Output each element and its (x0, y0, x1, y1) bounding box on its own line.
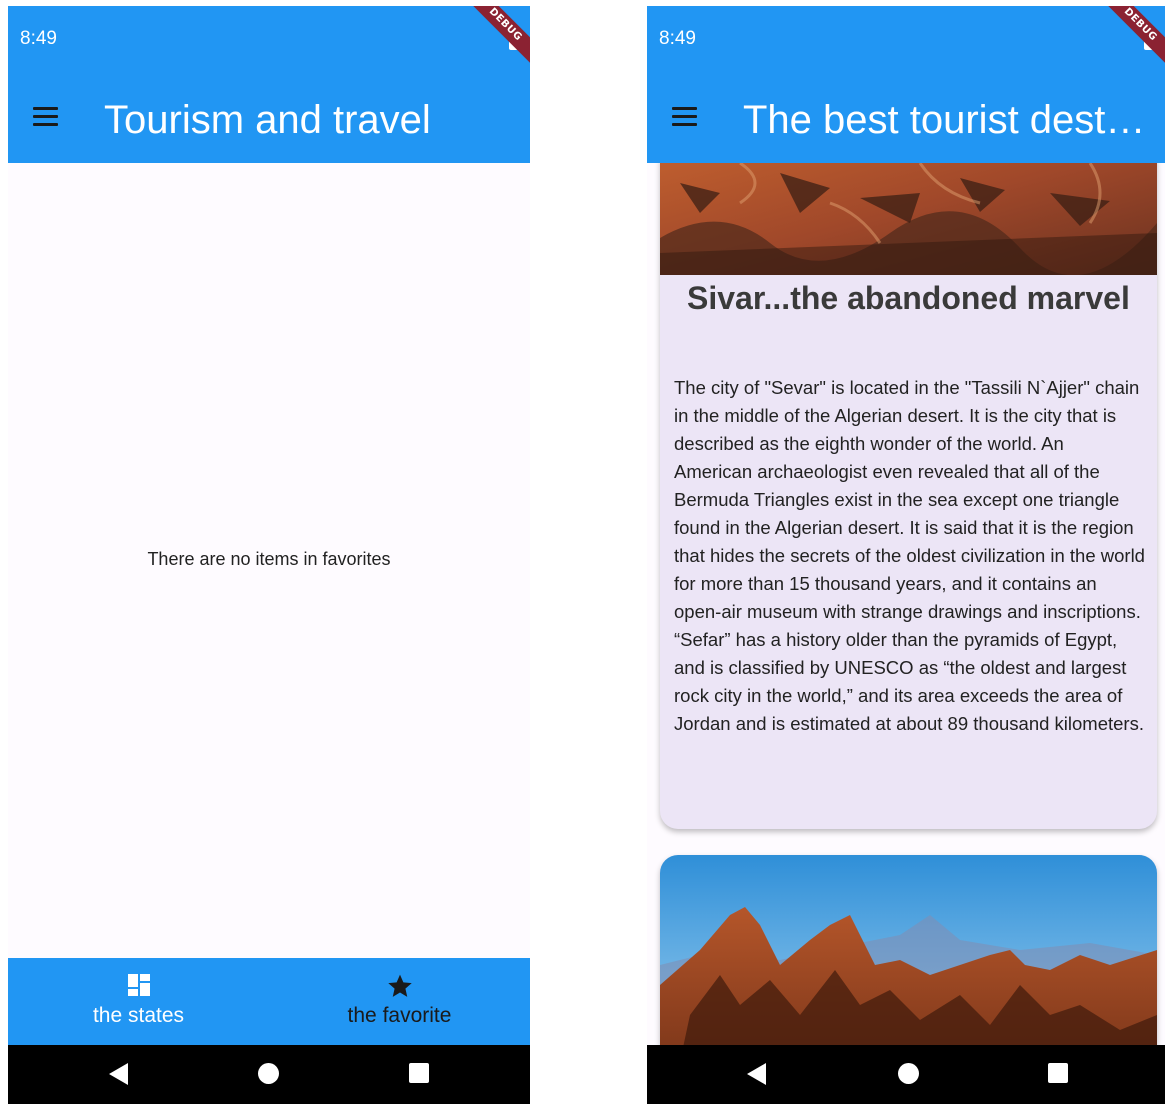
status-time: 8:49 (20, 28, 57, 49)
destinations-list[interactable]: Sivar...the abandoned marvel The city of… (647, 163, 1165, 1045)
favorites-body: There are no items in favorites (8, 163, 530, 958)
nav-label-states: the states (92, 1004, 185, 1027)
status-bar: 8:49 DEBUG (8, 6, 530, 76)
system-navigation-bar (647, 1045, 1165, 1104)
system-navigation-bar (8, 1045, 530, 1104)
bottom-navigation: the states the favorite (8, 958, 530, 1045)
destination-card[interactable] (660, 855, 1157, 1045)
empty-favorites-message: There are no items in favorites (147, 549, 391, 569)
back-icon[interactable] (747, 1063, 766, 1085)
app-title: The best tourist destinations (743, 98, 1151, 142)
dashboard-icon (127, 974, 150, 996)
app-bar: The best tourist destinations (647, 76, 1165, 163)
card-description: The city of "Sevar" is located in the "T… (674, 377, 1145, 734)
menu-icon[interactable] (672, 107, 697, 127)
app-title: Tourism and travel (104, 98, 431, 142)
recents-icon[interactable] (1048, 1063, 1068, 1083)
nav-label-favorite: the favorite (347, 1004, 452, 1027)
star-icon (387, 974, 412, 997)
nav-item-states[interactable]: the states (8, 958, 269, 1045)
menu-icon[interactable] (33, 107, 58, 127)
phone-screen-favorites: 8:49 DEBUG Tourism and travel There are … (8, 6, 530, 1104)
status-bar: 8:49 DEBUG (647, 6, 1165, 76)
home-icon[interactable] (258, 1063, 279, 1084)
back-icon[interactable] (109, 1063, 128, 1085)
debug-banner: DEBUG (459, 6, 530, 71)
hoggar-mountains-photo (660, 855, 1157, 1045)
desert-rock-city-photo (660, 163, 1157, 275)
home-icon[interactable] (898, 1063, 919, 1084)
card-title: Sivar...the abandoned marvel (687, 280, 1130, 316)
destination-card[interactable]: Sivar...the abandoned marvel The city of… (660, 163, 1157, 829)
nav-item-favorite[interactable]: the favorite (269, 958, 530, 1045)
app-bar: Tourism and travel (8, 76, 530, 163)
phone-screen-destinations: 8:49 DEBUG The best tourist destinations (647, 6, 1165, 1104)
status-time: 8:49 (659, 28, 696, 49)
recents-icon[interactable] (409, 1063, 429, 1083)
debug-banner: DEBUG (1094, 6, 1165, 71)
